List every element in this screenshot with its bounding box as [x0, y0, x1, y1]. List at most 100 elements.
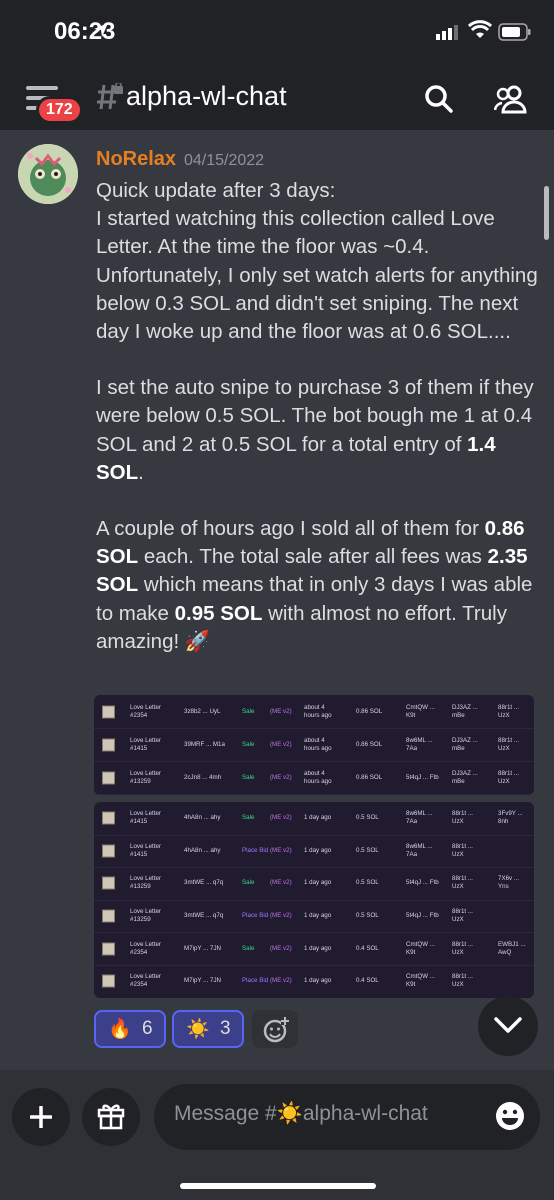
table-cell-seller: 88r1t ... UzX: [452, 842, 473, 858]
bold-text: 0.95 SOL: [174, 601, 263, 625]
table-cell-name: Love Letter #1415: [130, 810, 161, 826]
plus-icon: [30, 1106, 52, 1128]
table-cell-type: Sale: [242, 814, 255, 822]
table-cell-name: Love Letter #1415: [130, 736, 161, 752]
nft-thumbnail: [102, 705, 115, 718]
message-paragraph: I started watching this collection calle…: [96, 207, 538, 344]
reaction-sun[interactable]: ☀️ 3: [172, 1010, 244, 1048]
table-cell-time: 1 day ago: [304, 912, 332, 920]
table-cell-mkt: (ME v2): [270, 879, 292, 887]
status-bar: 06:23: [0, 0, 554, 64]
table-cell-name: Love Letter #1415: [130, 842, 161, 858]
locked-channel-icon: [97, 83, 123, 110]
table-cell-price: 0.4 SOL: [356, 944, 379, 952]
table-cell-time: 1 day ago: [304, 879, 332, 887]
nft-thumbnail: [102, 942, 115, 956]
table-cell-seller: 88r1t ... UzX: [452, 810, 473, 826]
table-cell-seller: 88r1t ... UzX: [452, 940, 473, 956]
avatar[interactable]: [18, 144, 78, 204]
table-cell-sig: M7ipY ... 7JN: [184, 977, 222, 985]
nft-thumbnail: [102, 811, 115, 825]
table-cell-name: Love Letter #2354: [130, 703, 161, 719]
table-cell-type: Sale: [242, 879, 255, 887]
nft-thumbnail: [102, 738, 115, 751]
fire-icon: 🔥: [108, 1019, 132, 1040]
message-input-placeholder: Message #☀️alpha-wl-chat: [174, 1102, 428, 1125]
table-cell-buyer: CmtQW ... K9t: [406, 973, 435, 989]
table-cell-time: about 4 hours ago: [304, 736, 332, 752]
table-cell-name: Love Letter #2354: [130, 973, 161, 989]
table-row: Love Letter #13259 3mtWE ... q7q Sale (ME v2…: [94, 867, 534, 901]
table-cell-dest: 88r1t ... UzX: [498, 703, 519, 719]
table-cell-seller: 88r1t ... UzX: [452, 875, 473, 891]
table-cell-name: Love Letter #13259: [130, 769, 161, 785]
emoji-icon[interactable]: [494, 1100, 526, 1132]
table-cell-time: 1 day ago: [304, 846, 332, 854]
table-cell-name: Love Letter #13259: [130, 875, 161, 891]
message-input[interactable]: Message #☀️alpha-wl-chat: [154, 1084, 540, 1150]
table-row: Love Letter #2354 3z8b2 ... UyL Sale (ME v2)…: [94, 695, 534, 729]
table-cell-name: Love Letter #2354: [130, 940, 161, 956]
table-cell-time: about 4 hours ago: [304, 769, 332, 785]
channel-name: alpha-wl-chat: [126, 81, 287, 111]
table-cell-price: 0.5 SOL: [356, 912, 379, 920]
table-cell-mkt: (ME v2): [270, 846, 292, 854]
search-icon[interactable]: [424, 84, 454, 114]
table-cell-sig: 4hA8n ... ahy: [184, 814, 221, 822]
table-cell-price: 0.86 SOL: [356, 707, 383, 715]
table-cell-sig: 2cJn8 ... 4mh: [184, 773, 222, 781]
table-cell-seller: 88r1t ... UzX: [452, 973, 473, 989]
message-content: Quick update after 3 days: I started wat…: [96, 177, 546, 656]
nft-thumbnail: [102, 876, 115, 890]
table-cell-dest: 7X6v ... Yns: [498, 875, 519, 891]
table-cell-time: 1 day ago: [304, 814, 332, 822]
add-reaction-icon: [263, 1017, 289, 1043]
cellular-signal-icon: [436, 25, 458, 40]
table-cell-price: 0.5 SOL: [356, 846, 379, 854]
table-cell-buyer: 5t4qJ ... Ftb: [406, 773, 439, 781]
table-cell-price: 0.5 SOL: [356, 879, 379, 887]
table-cell-price: 0.86 SOL: [356, 740, 383, 748]
table-cell-price: 0.4 SOL: [356, 977, 379, 985]
table-cell-buyer: 8w6ML ... 7Aa: [406, 810, 433, 826]
add-reaction-button[interactable]: [252, 1010, 298, 1048]
table-cell-buyer: CmtQW ... K9t: [406, 703, 435, 719]
jump-to-present-button[interactable]: [478, 996, 538, 1056]
table-cell-seller: DJ3AZ ... mBe: [452, 736, 478, 752]
table-cell-mkt: (ME v2): [270, 707, 292, 715]
members-icon[interactable]: [494, 84, 528, 114]
table-row: Love Letter #1415 39MRF ... M1a Sale (ME v2)…: [94, 728, 534, 762]
table-cell-seller: 88r1t ... UzX: [452, 908, 473, 924]
table-cell-seller: DJ3AZ ... mBe: [452, 703, 478, 719]
reaction-count: 6: [142, 1018, 153, 1039]
table-cell-type: Sale: [242, 707, 255, 715]
table-cell-buyer: CmtQW ... K9t: [406, 940, 435, 956]
attachment-image-history[interactable]: Love Letter #1415 4hA8n ... ahy Sale (ME v2)…: [94, 802, 534, 998]
composer-bar: Message #☀️alpha-wl-chat: [0, 1070, 554, 1200]
table-cell-time: 1 day ago: [304, 977, 332, 985]
channel-title[interactable]: alpha-wl-chat: [126, 81, 287, 112]
table-cell-time: 1 day ago: [304, 944, 332, 952]
attachment-image-sales[interactable]: Love Letter #2354 3z8b2 ... UyL Sale (ME v2)…: [94, 695, 534, 795]
wifi-icon: [468, 20, 492, 38]
location-arrow-icon: [94, 23, 108, 37]
attach-button[interactable]: [12, 1088, 70, 1146]
table-cell-mkt: (ME v2): [270, 944, 292, 952]
table-cell-sig: 39MRF ... M1a: [184, 740, 225, 748]
message-paragraph: I set the auto snipe to purchase 3 of th…: [96, 376, 534, 484]
table-cell-buyer: 8w6ML ... 7Aa: [406, 842, 433, 858]
sun-icon: ☀️: [186, 1019, 210, 1040]
table-cell-buyer: 5t4qJ ... Ftb: [406, 912, 439, 920]
gift-icon: [97, 1104, 125, 1130]
nft-thumbnail: [102, 844, 115, 858]
table-cell-mkt: (ME v2): [270, 740, 292, 748]
nft-thumbnail: [102, 974, 115, 988]
table-row: Love Letter #2354 M7ipY ... 7JN Place Bid (M…: [94, 965, 534, 998]
chevron-down-icon: [494, 1017, 522, 1033]
table-cell-sig: 3z8b2 ... UyL: [184, 707, 221, 715]
gift-button[interactable]: [82, 1088, 140, 1146]
message-author[interactable]: NoRelax: [96, 148, 176, 171]
table-cell-type: Place Bid: [242, 977, 269, 985]
reaction-fire[interactable]: 🔥 6: [94, 1010, 166, 1048]
unread-badge: 172: [36, 96, 83, 124]
